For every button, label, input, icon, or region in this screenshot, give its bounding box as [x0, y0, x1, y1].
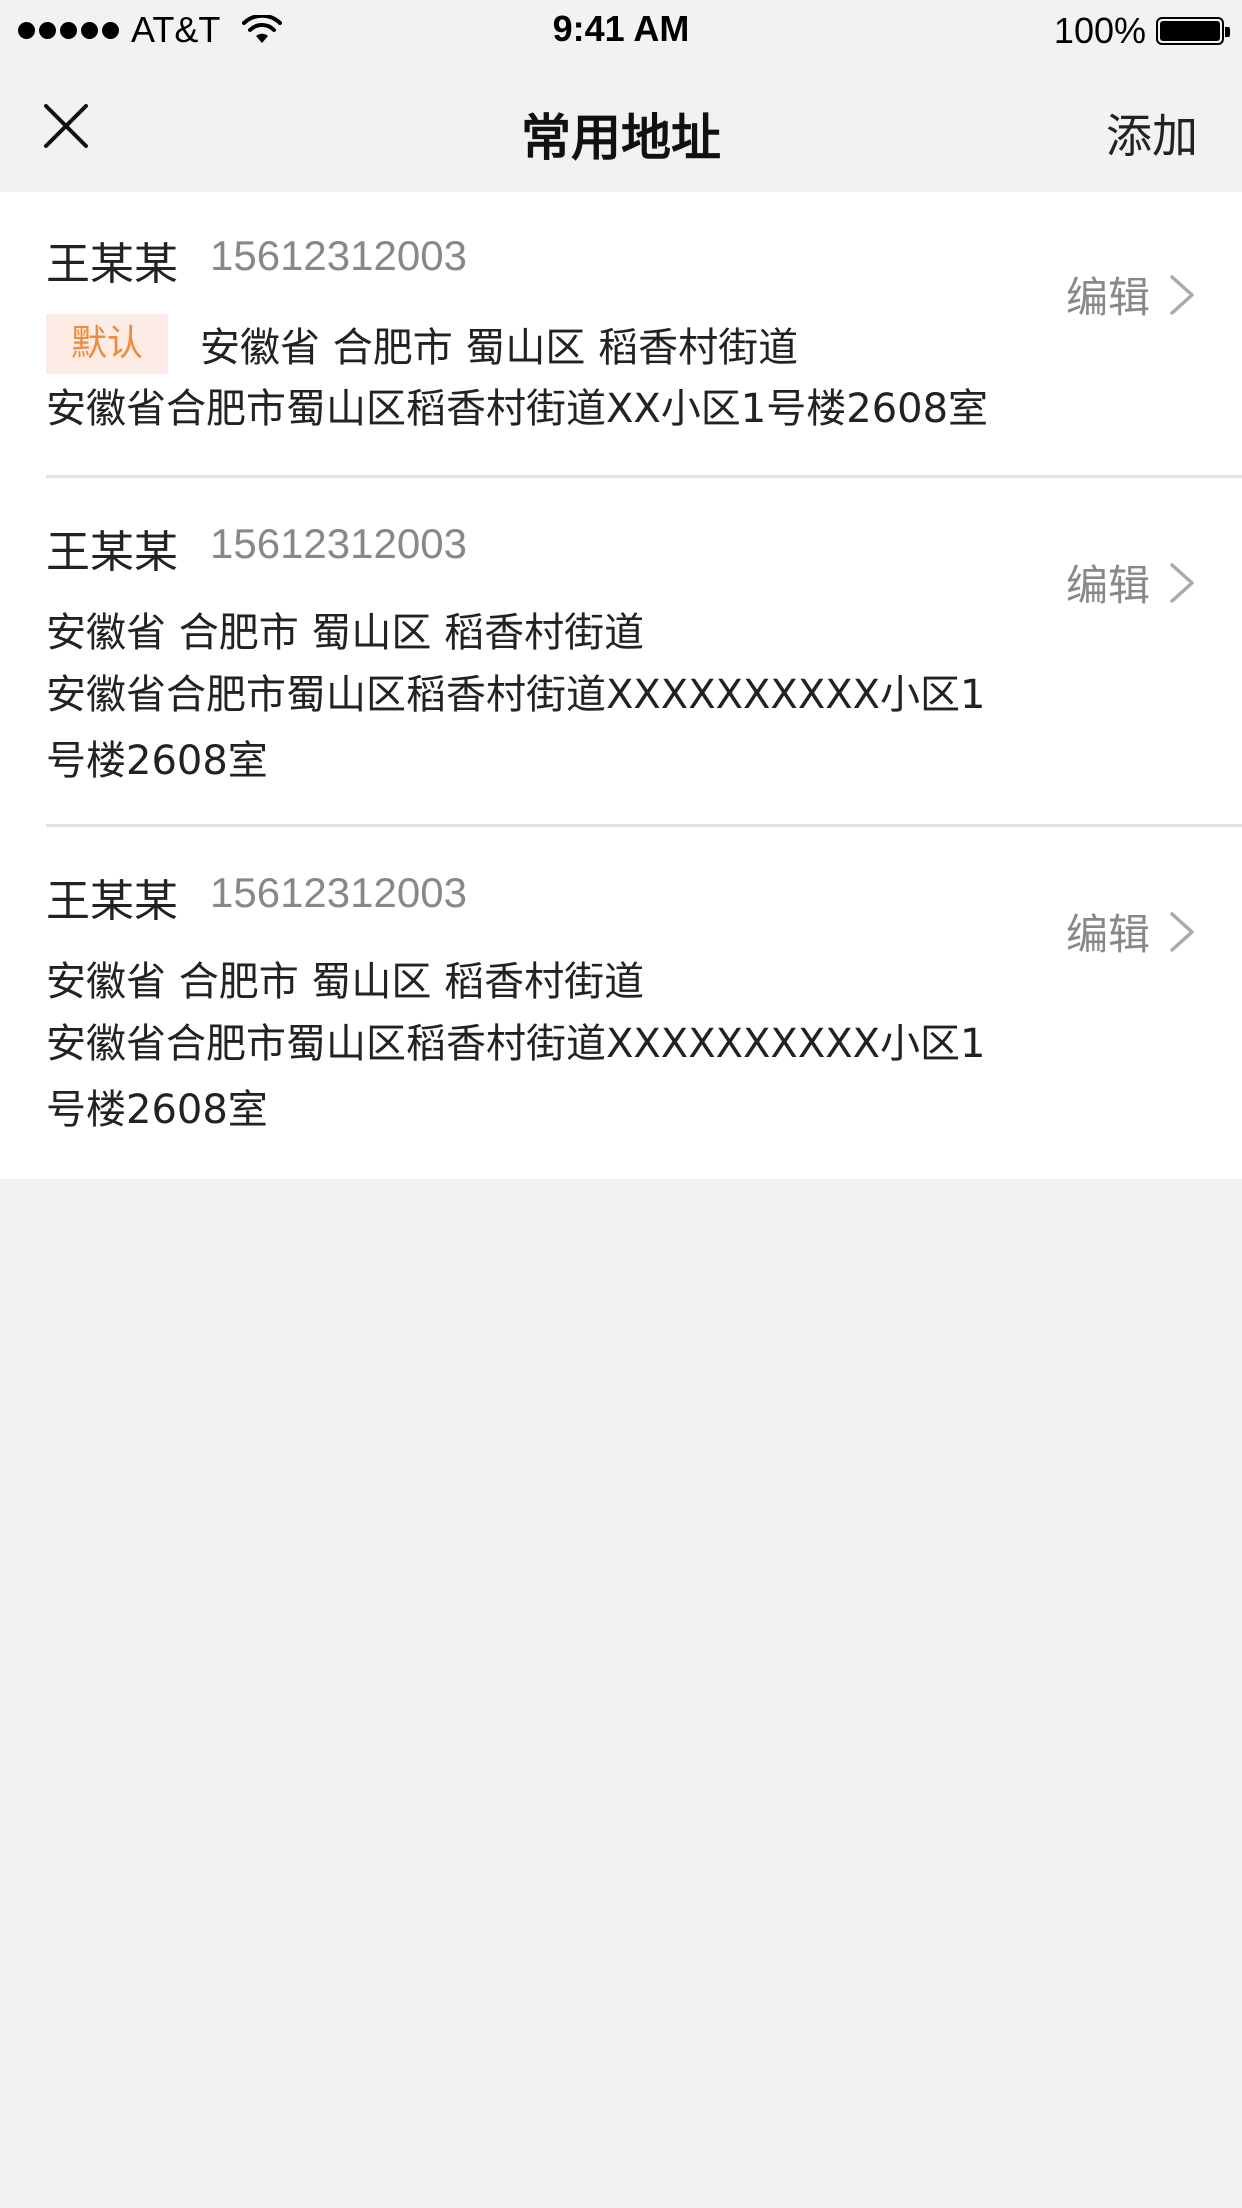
- address-line: 号楼2608室: [46, 1087, 268, 1133]
- contact-phone: 15612312003: [210, 520, 467, 567]
- battery-icon: [1156, 17, 1230, 45]
- edit-button[interactable]: 编辑: [1066, 552, 1196, 613]
- contact-phone: 15612312003: [210, 869, 467, 916]
- status-right: 100%: [1053, 10, 1230, 52]
- nav-bar: 常用地址 添加: [0, 60, 1242, 192]
- battery-percent: 100%: [1053, 10, 1146, 51]
- address-item[interactable]: 王某某 15612312003 编辑 安徽省 合肥市 蜀山区 稻香村街道 安徽省…: [0, 827, 1242, 1179]
- edit-button[interactable]: 编辑: [1066, 901, 1196, 962]
- page-title: 常用地址: [521, 109, 721, 167]
- contact-name: 王某某: [46, 527, 178, 578]
- chevron-right-icon: [1170, 911, 1194, 952]
- address-line: 安徽省合肥市蜀山区稻香村街道XXXXXXXXXX小区1: [46, 1021, 986, 1067]
- edit-label: 编辑: [1065, 910, 1150, 959]
- address-block: 安徽省合肥市蜀山区稻香村街道XXXXXXXXXX小区1 号楼2608室: [46, 662, 1006, 794]
- address-list: 王某某 15612312003 编辑 默认 安徽省 合肥市 蜀山区 稻香村街道 …: [0, 192, 1242, 1179]
- address-line: 号楼2608室: [46, 738, 268, 784]
- region-text: 安徽省 合肥市 蜀山区 稻香村街道: [200, 325, 799, 371]
- add-button[interactable]: 添加: [1106, 100, 1198, 166]
- edit-button[interactable]: 编辑: [1066, 264, 1196, 325]
- address-item[interactable]: 王某某 15612312003 编辑 默认 安徽省 合肥市 蜀山区 稻香村街道 …: [0, 192, 1242, 478]
- chevron-right-icon: [1170, 274, 1194, 315]
- chevron-right-icon: [1170, 562, 1194, 603]
- edit-label: 编辑: [1065, 561, 1150, 610]
- region-text: 安徽省 合肥市 蜀山区 稻香村街道: [46, 959, 645, 1005]
- contact-name: 王某某: [46, 876, 178, 927]
- address-block: 安徽省合肥市蜀山区稻香村街道XXXXXXXXXX小区1 号楼2608室: [46, 1011, 1006, 1143]
- edit-label: 编辑: [1065, 273, 1150, 322]
- address-item[interactable]: 王某某 15612312003 编辑 安徽省 合肥市 蜀山区 稻香村街道 安徽省…: [0, 478, 1242, 827]
- region-row: 默认 安徽省 合肥市 蜀山区 稻香村街道: [46, 314, 798, 374]
- region-text: 安徽省 合肥市 蜀山区 稻香村街道: [46, 610, 645, 656]
- contact-phone: 15612312003: [210, 232, 467, 279]
- address-line: 安徽省合肥市蜀山区稻香村街道XX小区1号楼2608室: [46, 386, 989, 432]
- contact-name: 王某某: [46, 239, 178, 290]
- screen: AT&T 9:41 AM 100% 常用地址 添加 王某某 1561231200…: [0, 0, 1242, 2208]
- region-row: 安徽省 合肥市 蜀山区 稻香村街道: [46, 949, 644, 1007]
- region-row: 安徽省 合肥市 蜀山区 稻香村街道: [46, 600, 644, 658]
- address-line: 安徽省合肥市蜀山区稻香村街道XXXXXXXXXX小区1: [46, 672, 986, 718]
- status-bar: AT&T 9:41 AM 100%: [0, 0, 1242, 60]
- default-badge: 默认: [46, 314, 168, 374]
